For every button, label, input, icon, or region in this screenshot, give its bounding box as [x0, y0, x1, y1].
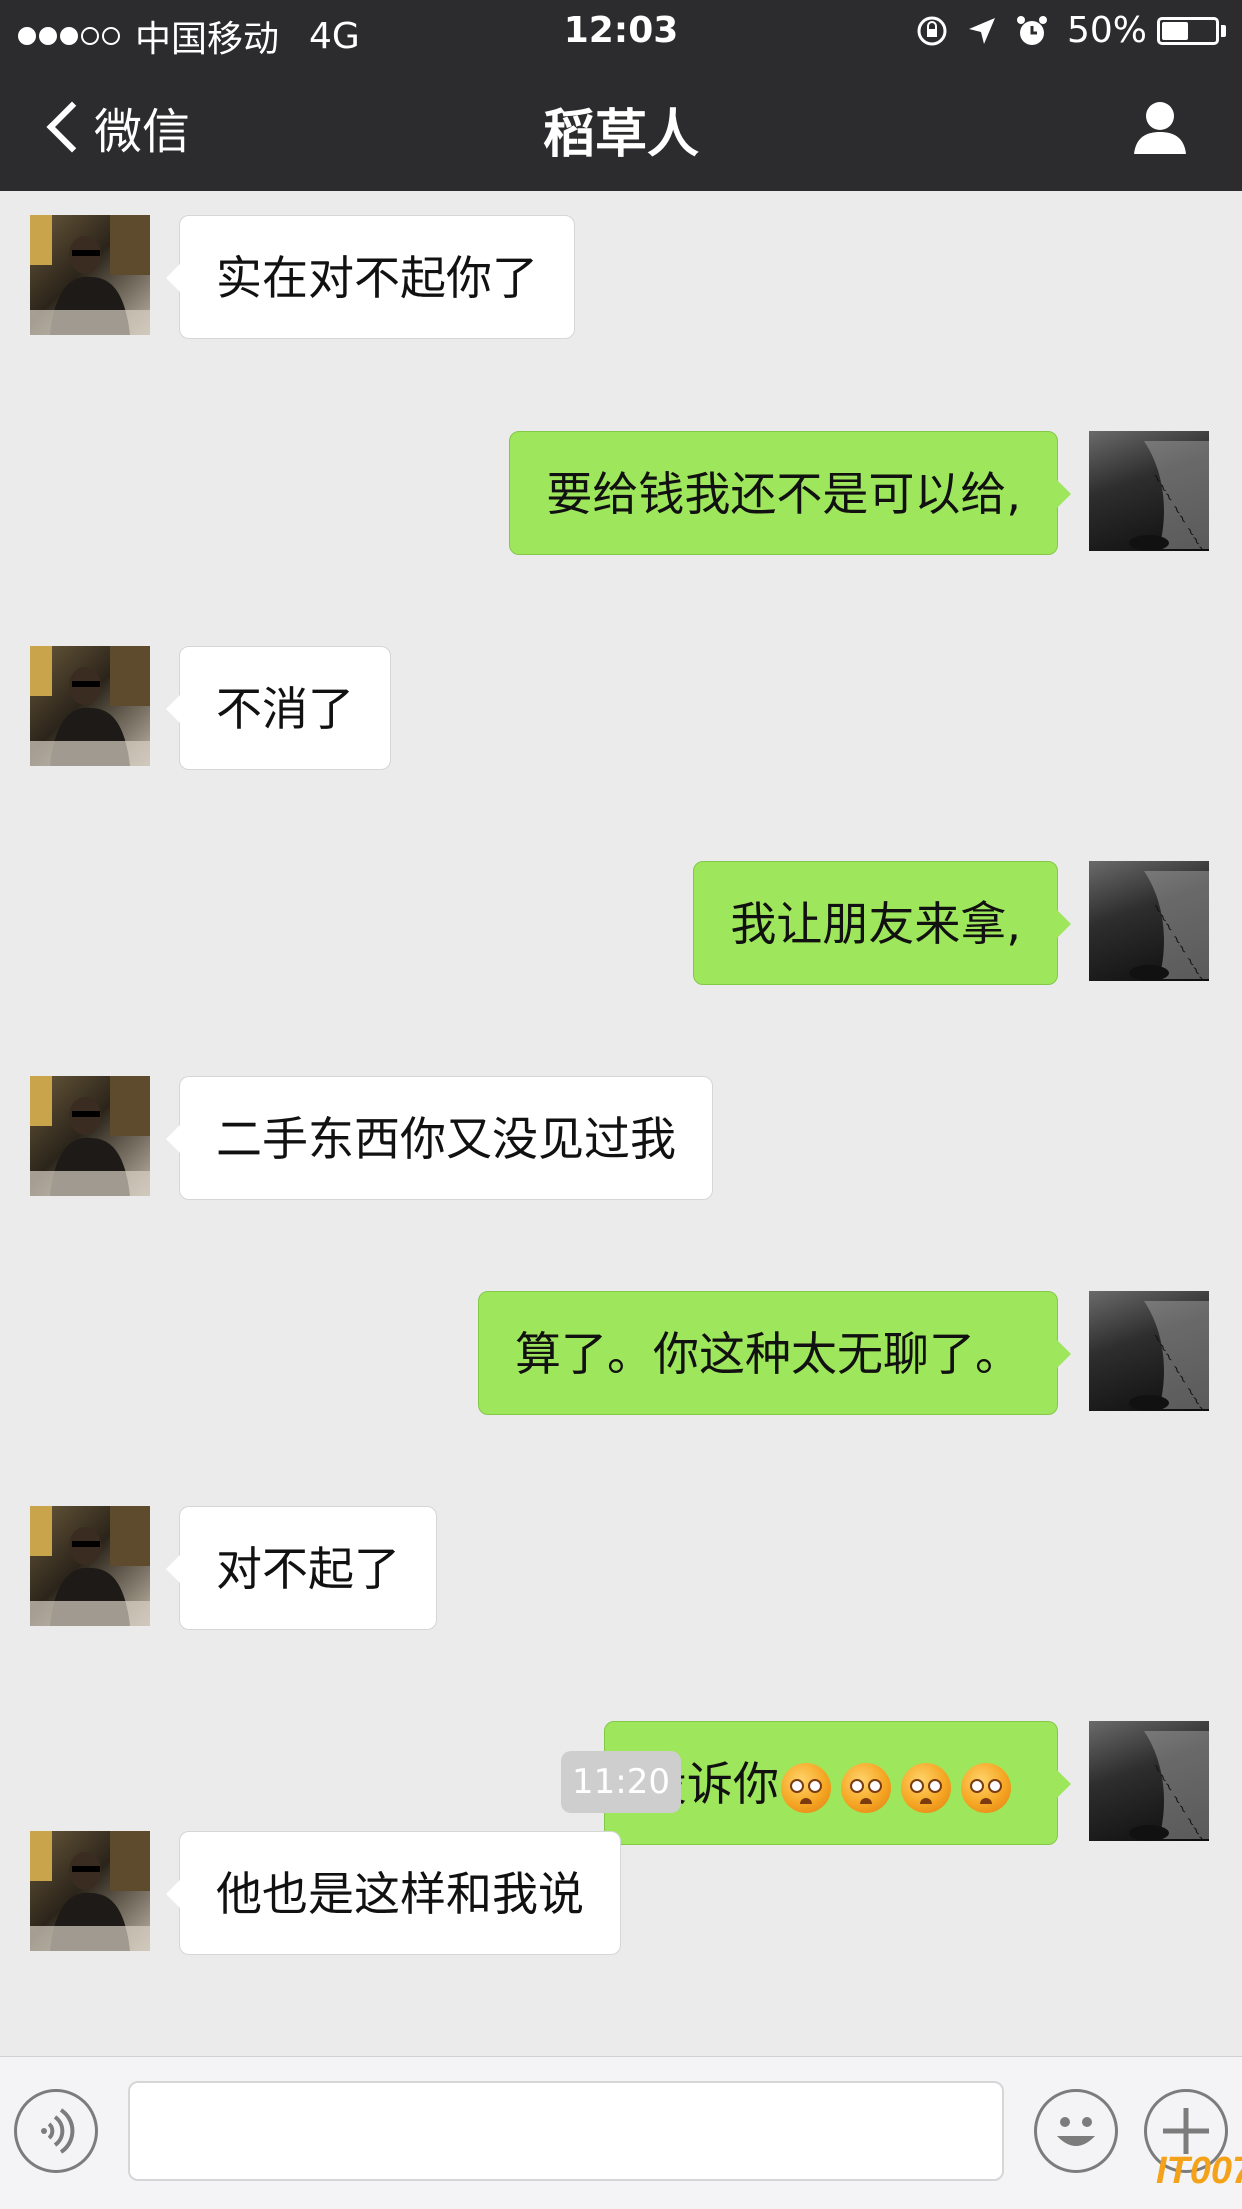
outgoing-message-bubble[interactable]: 我让朋友来拿, — [693, 861, 1071, 985]
incoming-message-bubble[interactable]: 他也是这样和我说 — [166, 1831, 621, 1955]
person-icon[interactable] — [1130, 98, 1190, 158]
my-avatar[interactable]: ~~~ ~~ ~~~ — [1089, 1721, 1209, 1841]
message-text: 要给钱我还不是可以给, — [546, 467, 1021, 521]
message-text: 不消了 — [216, 682, 354, 736]
emoji-row — [781, 1762, 1021, 1813]
contact-avatar[interactable] — [30, 1831, 150, 1951]
incoming-message-bubble[interactable]: 二手东西你又没见过我 — [166, 1076, 713, 1200]
emoji-button[interactable] — [1034, 2089, 1118, 2173]
contact-avatar[interactable] — [30, 215, 150, 335]
message-text: 实在对不起你了 — [216, 251, 538, 305]
my-avatar[interactable]: ~~~ ~~ ~~~ — [1089, 431, 1209, 551]
incoming-message-bubble[interactable]: 实在对不起你了 — [166, 215, 575, 339]
smiley-icon — [1057, 2117, 1095, 2146]
alarm-icon — [1016, 15, 1047, 45]
nav-bar: 微信 稻草人 — [0, 62, 1242, 191]
battery-icon — [1157, 16, 1219, 45]
chat-area[interactable]: 实在对不起你了 ~~~ ~~ ~~~ 要给钱我还不是可以给, 不消了 ~~~ ~~ ~~… — [0, 191, 1242, 2056]
message-text: 二手东西你又没见过我 — [216, 1112, 676, 1166]
outgoing-message-bubble[interactable]: 算了。你这种太无聊了。 — [478, 1291, 1071, 1415]
outgoing-message-bubble[interactable]: 要给钱我还不是可以给, — [509, 431, 1071, 555]
chat-title: 稻草人 — [542, 105, 699, 165]
input-bar — [0, 2056, 1242, 2209]
flushed-face-emoji — [901, 1762, 951, 1813]
message-text: 他也是这样和我说 — [216, 1867, 584, 1921]
contact-avatar[interactable] — [30, 1506, 150, 1626]
status-right: 50% — [897, 10, 1226, 51]
message-text: 算了。你这种太无聊了。 — [515, 1327, 1021, 1381]
rotation-lock-icon — [917, 16, 947, 45]
battery-tip — [1221, 24, 1226, 37]
voice-button[interactable] — [14, 2089, 98, 2173]
incoming-message-bubble[interactable]: 对不起了 — [166, 1506, 437, 1630]
my-avatar[interactable]: ~~~ ~~ ~~~ — [1089, 861, 1209, 981]
status-bar: 中国移动 4G 12:03 50% — [0, 0, 1242, 62]
my-avatar[interactable]: ~~~ ~~ ~~~ — [1089, 1291, 1209, 1411]
location-arrow-icon — [968, 17, 995, 44]
voice-icon — [41, 2108, 75, 2154]
incoming-message-bubble[interactable]: 不消了 — [166, 646, 391, 770]
flushed-face-emoji — [841, 1762, 891, 1813]
flushed-face-emoji — [781, 1762, 831, 1813]
message-text: 对不起了 — [216, 1542, 400, 1596]
contact-avatar[interactable] — [30, 646, 150, 766]
message-text: 我让朋友来拿, — [730, 897, 1021, 951]
message-input[interactable] — [128, 2081, 1004, 2181]
header: 中国移动 4G 12:03 50% 微信 稻草人 — [0, 0, 1242, 191]
contact-avatar[interactable] — [30, 1076, 150, 1196]
battery-fill — [1162, 21, 1188, 40]
flushed-face-emoji — [961, 1762, 1011, 1813]
timestamp-badge: 11:20 — [561, 1751, 681, 1813]
watermark-logo: IT007 — [1156, 2150, 1242, 2192]
battery-percent: 50% — [1066, 10, 1147, 51]
